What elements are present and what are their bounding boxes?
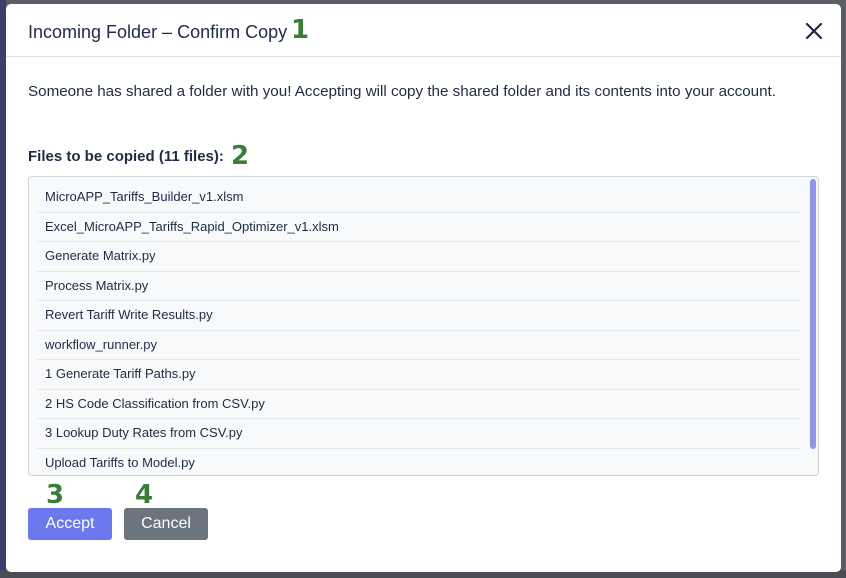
file-list-scrollbar[interactable] xyxy=(809,179,817,471)
files-heading: Files to be copied (11 files): xyxy=(28,148,224,165)
file-list-items: MicroAPP_Tariffs_Builder_v1.xlsm Excel_M… xyxy=(37,183,801,476)
list-item: 3 Lookup Duty Rates from CSV.py xyxy=(37,419,801,449)
list-item: Generate Matrix.py xyxy=(37,242,801,272)
list-item: MicroAPP_Tariffs_Builder_v1.xlsm xyxy=(37,183,801,213)
step-marker-4: 4 xyxy=(135,480,154,510)
accept-button[interactable]: Accept xyxy=(28,508,112,540)
scrollbar-thumb[interactable] xyxy=(810,179,816,449)
dialog-title: Incoming Folder – Confirm Copy xyxy=(28,22,288,42)
step-marker-1: 1 xyxy=(291,15,310,45)
list-item: Excel_MicroAPP_Tariffs_Rapid_Optimizer_v… xyxy=(37,213,801,242)
cancel-button[interactable]: Cancel xyxy=(124,508,208,540)
list-item: workflow_runner.py xyxy=(37,331,801,360)
list-item: Upload Tariffs to Model.py xyxy=(37,449,801,476)
close-button[interactable] xyxy=(803,20,825,42)
file-list[interactable]: MicroAPP_Tariffs_Builder_v1.xlsm Excel_M… xyxy=(28,176,819,476)
confirm-copy-dialog: Incoming Folder – Confirm Copy 1 Someone… xyxy=(6,4,841,572)
list-item: Process Matrix.py xyxy=(37,272,801,301)
close-icon xyxy=(805,22,823,40)
dialog-header: Incoming Folder – Confirm Copy 1 xyxy=(6,4,841,57)
list-item: 1 Generate Tariff Paths.py xyxy=(37,360,801,390)
list-item: 2 HS Code Classification from CSV.py xyxy=(37,390,801,419)
step-marker-3: 3 xyxy=(46,480,65,510)
list-item: Revert Tariff Write Results.py xyxy=(37,301,801,331)
intro-text: Someone has shared a folder with you! Ac… xyxy=(28,83,776,100)
step-marker-2: 2 xyxy=(231,141,250,171)
